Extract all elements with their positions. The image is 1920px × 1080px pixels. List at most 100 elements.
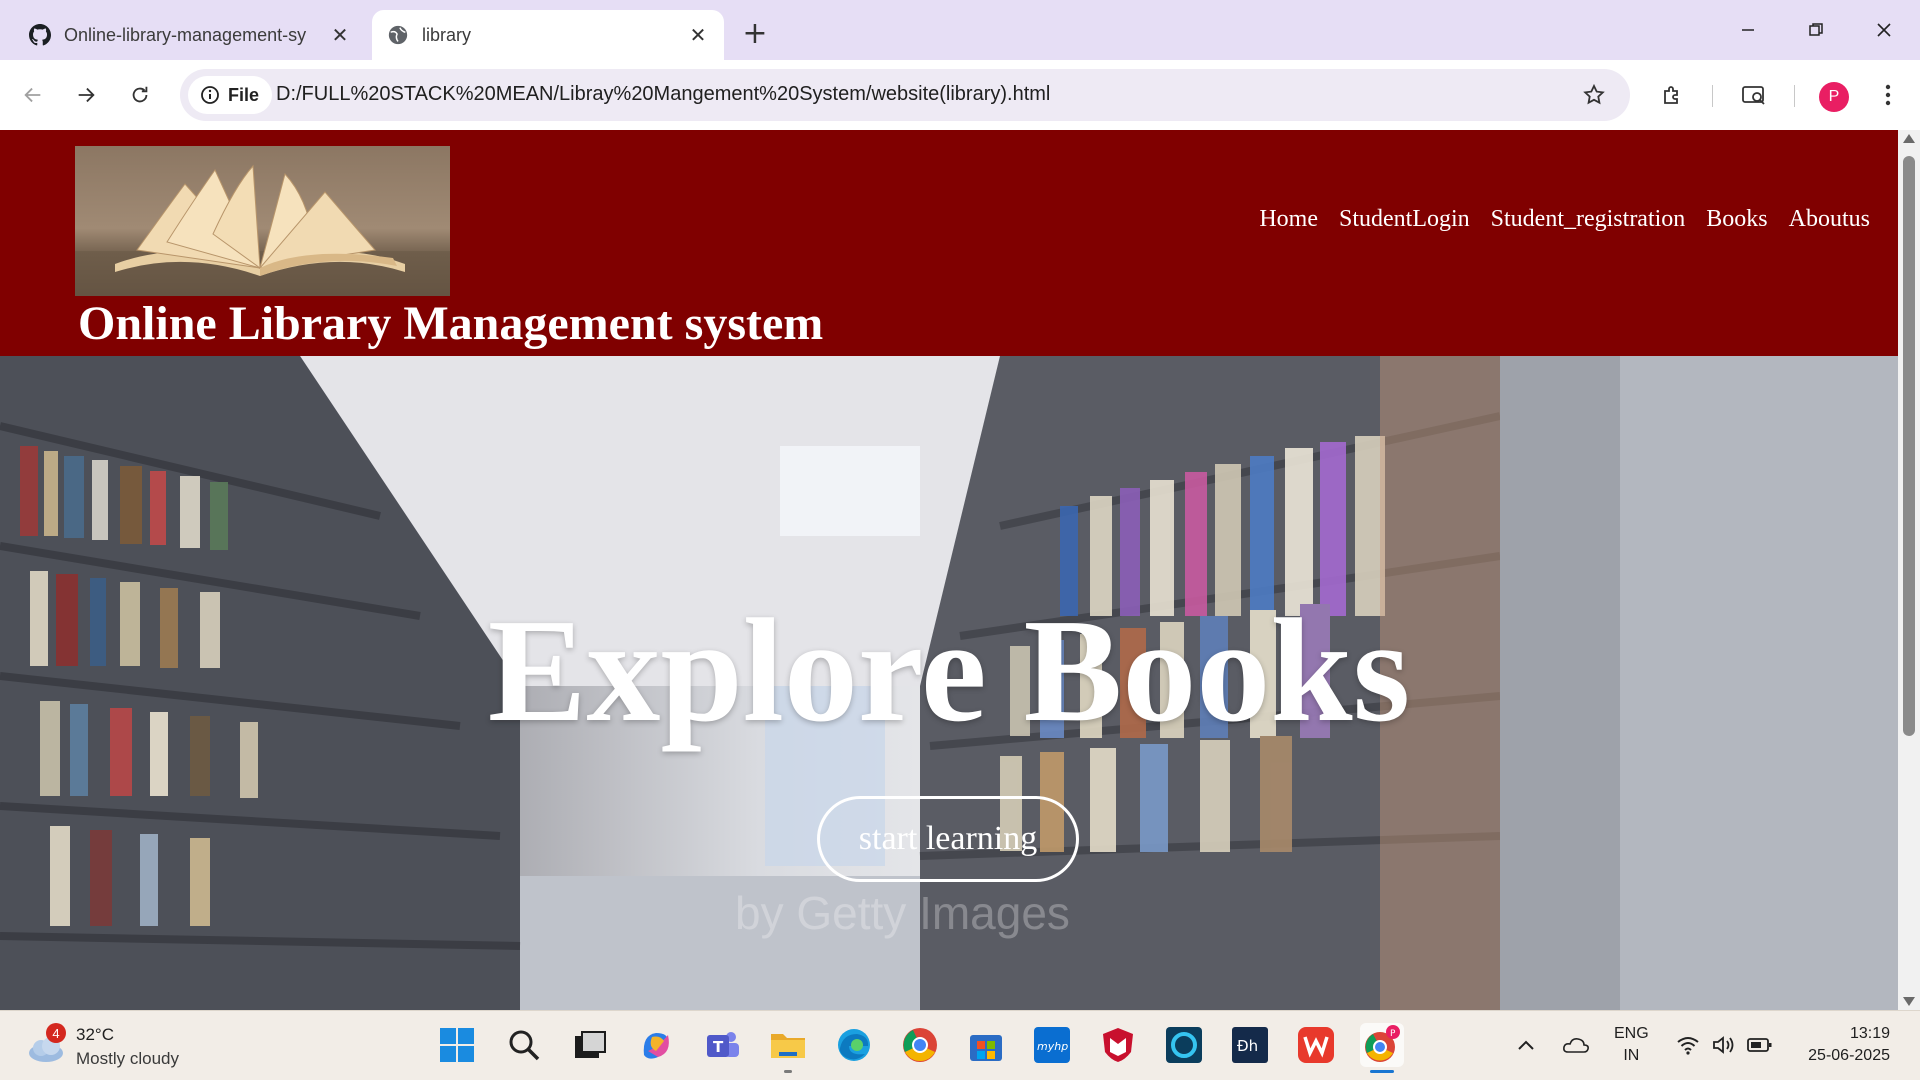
scroll-down-arrow-icon[interactable] — [1903, 997, 1915, 1006]
tab-github[interactable]: Online-library-management-sy ✕ — [14, 10, 366, 60]
show-hidden-icons-button[interactable] — [1512, 1031, 1540, 1059]
start-button[interactable] — [435, 1023, 479, 1067]
tab-search-button[interactable] — [1736, 77, 1772, 113]
stock-watermark: by Getty Images — [735, 887, 1070, 939]
chrome-profile-app[interactable]: P — [1360, 1023, 1404, 1073]
reload-icon — [132, 86, 148, 103]
weather-alert-badge: 4 — [46, 1023, 66, 1043]
forward-button[interactable] — [68, 77, 104, 113]
restore-button[interactable] — [1788, 10, 1844, 50]
file-explorer-app[interactable] — [766, 1023, 810, 1073]
minimize-icon — [1742, 29, 1754, 31]
hero-banner: Explore Books by Getty Images start lear… — [0, 356, 1898, 1010]
mcafee-app[interactable] — [1096, 1023, 1140, 1067]
back-button[interactable] — [15, 77, 51, 113]
weather-widget[interactable]: 4 32°C Mostly cloudy — [26, 1019, 206, 1073]
site-title: Online Library Management system — [78, 297, 824, 350]
tab-library[interactable]: library ✕ — [372, 10, 724, 60]
chrome-app[interactable] — [898, 1023, 942, 1067]
copilot-app[interactable] — [634, 1023, 678, 1067]
back-arrow-icon — [24, 87, 41, 103]
windows-taskbar: 4 32°C Mostly cloudy T myhp Ðh P ENG IN … — [0, 1010, 1920, 1080]
close-tab-icon[interactable]: ✕ — [686, 23, 710, 47]
region-code: IN — [1623, 1047, 1640, 1064]
svg-text:T: T — [713, 1038, 724, 1056]
myhp-app[interactable]: myhp — [1030, 1023, 1074, 1067]
bookmark-star-button[interactable] — [1576, 77, 1612, 113]
nav-link-student-registration[interactable]: Student_registration — [1491, 206, 1686, 233]
teams-app[interactable]: T — [700, 1023, 744, 1067]
page-viewport: Online Library Management system Home St… — [0, 130, 1920, 1010]
toolbar-divider — [1712, 85, 1713, 107]
extensions-button[interactable] — [1654, 77, 1690, 113]
wps-icon — [1298, 1027, 1334, 1063]
svg-text:P: P — [1390, 1029, 1396, 1039]
info-icon — [201, 86, 219, 104]
page-scrollbar[interactable] — [1898, 130, 1920, 1010]
globe-icon — [386, 23, 410, 47]
clock-date: 25-06-2025 — [1808, 1047, 1890, 1064]
nav-link-student-login[interactable]: StudentLogin — [1339, 206, 1470, 233]
store-icon — [970, 1035, 1002, 1061]
alexa-app[interactable] — [1162, 1023, 1206, 1067]
start-learning-button[interactable]: start learning — [817, 796, 1079, 882]
url-text[interactable]: D:/FULL%20STACK%20MEAN/Libray%20Mangemen… — [276, 83, 1050, 106]
chrome-profile-icon: P — [1365, 1025, 1400, 1062]
language-code: ENG — [1614, 1025, 1649, 1042]
minimize-button[interactable] — [1720, 10, 1776, 50]
volume-tray-button[interactable] — [1710, 1031, 1738, 1059]
task-view-button[interactable] — [568, 1023, 612, 1067]
site-header: Online Library Management system Home St… — [0, 130, 1898, 356]
scroll-up-arrow-icon[interactable] — [1903, 134, 1915, 143]
weather-temperature: 32°C — [76, 1025, 114, 1044]
search-button[interactable] — [502, 1023, 546, 1067]
toolbar-divider — [1794, 85, 1795, 107]
input-language-indicator[interactable]: ENG IN — [1614, 1023, 1649, 1067]
site-info-chip[interactable]: File — [188, 76, 272, 114]
nav-link-books[interactable]: Books — [1706, 206, 1767, 233]
new-tab-button[interactable]: + — [738, 16, 772, 51]
battery-tray-button[interactable] — [1746, 1031, 1774, 1059]
chrome-icon — [903, 1028, 937, 1062]
kebab-menu-icon — [1885, 84, 1891, 106]
alexa-icon — [1166, 1027, 1202, 1063]
nav-link-about-us[interactable]: Aboutus — [1789, 206, 1870, 233]
wifi-icon — [1677, 1037, 1699, 1055]
onedrive-cloud-icon — [1563, 1038, 1589, 1053]
main-nav: Home StudentLogin Student_registration B… — [1259, 206, 1870, 233]
browser-toolbar: File D:/FULL%20STACK%20MEAN/Libray%20Man… — [0, 60, 1920, 130]
speaker-icon — [1713, 1036, 1734, 1054]
close-icon — [1877, 23, 1891, 37]
tab-title: Online-library-management-sy — [64, 24, 307, 45]
reload-button[interactable] — [122, 77, 158, 113]
profile-avatar[interactable]: P — [1819, 82, 1849, 112]
close-window-button[interactable] — [1856, 10, 1912, 50]
scrollbar-thumb[interactable] — [1903, 156, 1915, 736]
chevron-up-icon — [1518, 1040, 1534, 1050]
clock-time: 13:19 — [1849, 1025, 1890, 1042]
wifi-tray-button[interactable] — [1674, 1031, 1702, 1059]
wps-office-app[interactable] — [1294, 1023, 1338, 1067]
browser-menu-button[interactable] — [1870, 77, 1906, 113]
restore-icon — [1809, 23, 1823, 36]
nav-link-home[interactable]: Home — [1259, 206, 1318, 233]
onedrive-tray-button[interactable] — [1560, 1031, 1592, 1059]
dh-icon: Ðh — [1232, 1027, 1268, 1063]
edge-icon — [838, 1029, 870, 1061]
svg-text:myhp: myhp — [1037, 1040, 1068, 1053]
copilot-icon — [643, 1033, 669, 1059]
hero-title: Explore Books — [487, 589, 1411, 753]
folder-icon — [771, 1034, 805, 1058]
close-tab-icon[interactable]: ✕ — [328, 23, 352, 47]
task-view-icon — [575, 1031, 606, 1058]
microsoft-store-app[interactable] — [964, 1023, 1008, 1067]
system-clock[interactable]: 13:19 25-06-2025 — [1790, 1023, 1890, 1067]
search-icon — [509, 1030, 540, 1061]
battery-icon — [1747, 1038, 1772, 1052]
puzzle-icon — [1664, 86, 1678, 104]
star-icon — [1583, 83, 1605, 105]
address-bar[interactable]: File D:/FULL%20STACK%20MEAN/Libray%20Man… — [180, 69, 1630, 121]
digital-health-app[interactable]: Ðh — [1228, 1023, 1272, 1067]
edge-app[interactable] — [832, 1023, 876, 1067]
tab-search-icon — [1742, 86, 1765, 105]
